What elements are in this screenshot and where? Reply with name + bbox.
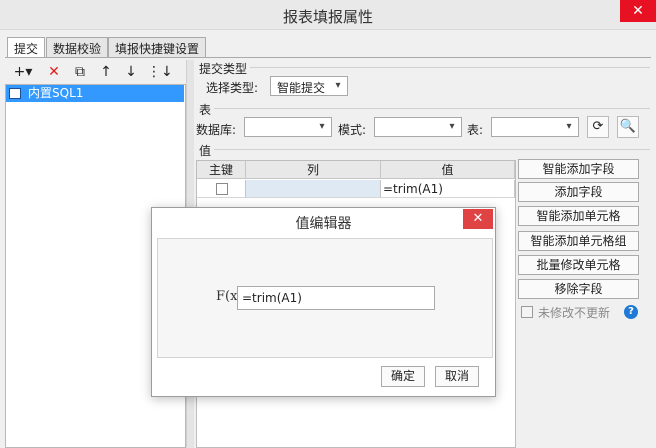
move-down-icon[interactable]: ↓ — [121, 62, 141, 82]
database-select[interactable]: ▾ — [244, 117, 332, 137]
window-title: 报表填报属性 — [282, 8, 373, 26]
submit-type-title: 提交类型 — [199, 62, 248, 76]
tab-data-validation[interactable]: 数据校验 — [46, 37, 109, 57]
cancel-button[interactable]: 取消 — [435, 366, 479, 387]
unchanged-no-update-label: 未修改不更新 — [538, 306, 611, 320]
schema-label: 模式: — [338, 123, 367, 137]
header-key: 主键 — [197, 161, 246, 179]
table-select[interactable]: ▾ — [491, 117, 579, 137]
header-value: 值 — [381, 161, 515, 179]
tab-submit[interactable]: 提交 — [7, 37, 46, 58]
close-window-button[interactable]: ✕ — [620, 0, 656, 22]
batch-modify-cell-button[interactable]: 批量修改单元格 — [518, 255, 639, 275]
submit-type-select[interactable]: 智能提交 ▾ — [270, 76, 348, 96]
value-section-title: 值 — [199, 144, 212, 158]
header-column: 列 — [246, 161, 381, 179]
database-label: 数据库: — [196, 123, 237, 137]
move-bottom-icon[interactable]: ⋮↓ — [147, 62, 173, 82]
list-item-sql[interactable]: 内置SQL1 — [6, 85, 184, 102]
divider — [214, 149, 650, 150]
schema-select[interactable]: ▾ — [374, 117, 462, 137]
remove-field-button[interactable]: 移除字段 — [518, 279, 639, 299]
delete-icon[interactable]: ✕ — [44, 62, 64, 82]
tab-shortcut-settings[interactable]: 填报快捷键设置 — [108, 37, 207, 57]
preview-icon[interactable]: 🔍 — [617, 116, 639, 138]
chevron-down-icon: ▾ — [319, 121, 325, 132]
chevron-down-icon: ▾ — [449, 121, 455, 132]
add-icon[interactable]: +▾ — [10, 62, 36, 82]
submit-type-label: 选择类型: — [206, 81, 259, 95]
smart-add-field-button[interactable]: 智能添加字段 — [518, 159, 639, 179]
refresh-icon[interactable]: ⟳ — [587, 116, 609, 138]
table-section-title: 表 — [199, 103, 212, 117]
chevron-down-icon: ▾ — [335, 80, 341, 91]
formula-input[interactable]: =trim(A1) — [237, 286, 435, 310]
dialog-title: 值编辑器 — [295, 216, 352, 232]
add-field-button[interactable]: 添加字段 — [518, 182, 639, 202]
table-row-key-cell[interactable] — [197, 180, 246, 198]
tab-divider — [5, 57, 651, 58]
smart-add-cell-group-button[interactable]: 智能添加单元格组 — [518, 231, 639, 251]
chevron-down-icon: ▾ — [566, 121, 572, 132]
dialog-close-button[interactable]: ✕ — [463, 209, 493, 229]
move-up-icon[interactable]: ↑ — [96, 62, 116, 82]
unchanged-no-update-checkbox[interactable] — [521, 306, 533, 318]
table-row-value-cell[interactable]: =trim(A1) — [381, 180, 515, 198]
submit-type-value: 智能提交 — [277, 81, 326, 95]
divider — [250, 67, 650, 68]
smart-add-cell-button[interactable]: 智能添加单元格 — [518, 206, 639, 226]
sql-table-icon — [9, 88, 21, 99]
table-label: 表: — [467, 123, 484, 137]
divider — [214, 108, 650, 109]
help-icon[interactable]: ? — [624, 305, 638, 319]
ok-button[interactable]: 确定 — [381, 366, 425, 387]
primary-key-checkbox[interactable] — [216, 183, 228, 195]
copy-icon[interactable]: ⧉ — [70, 62, 90, 82]
table-row-column-cell[interactable] — [246, 180, 381, 198]
